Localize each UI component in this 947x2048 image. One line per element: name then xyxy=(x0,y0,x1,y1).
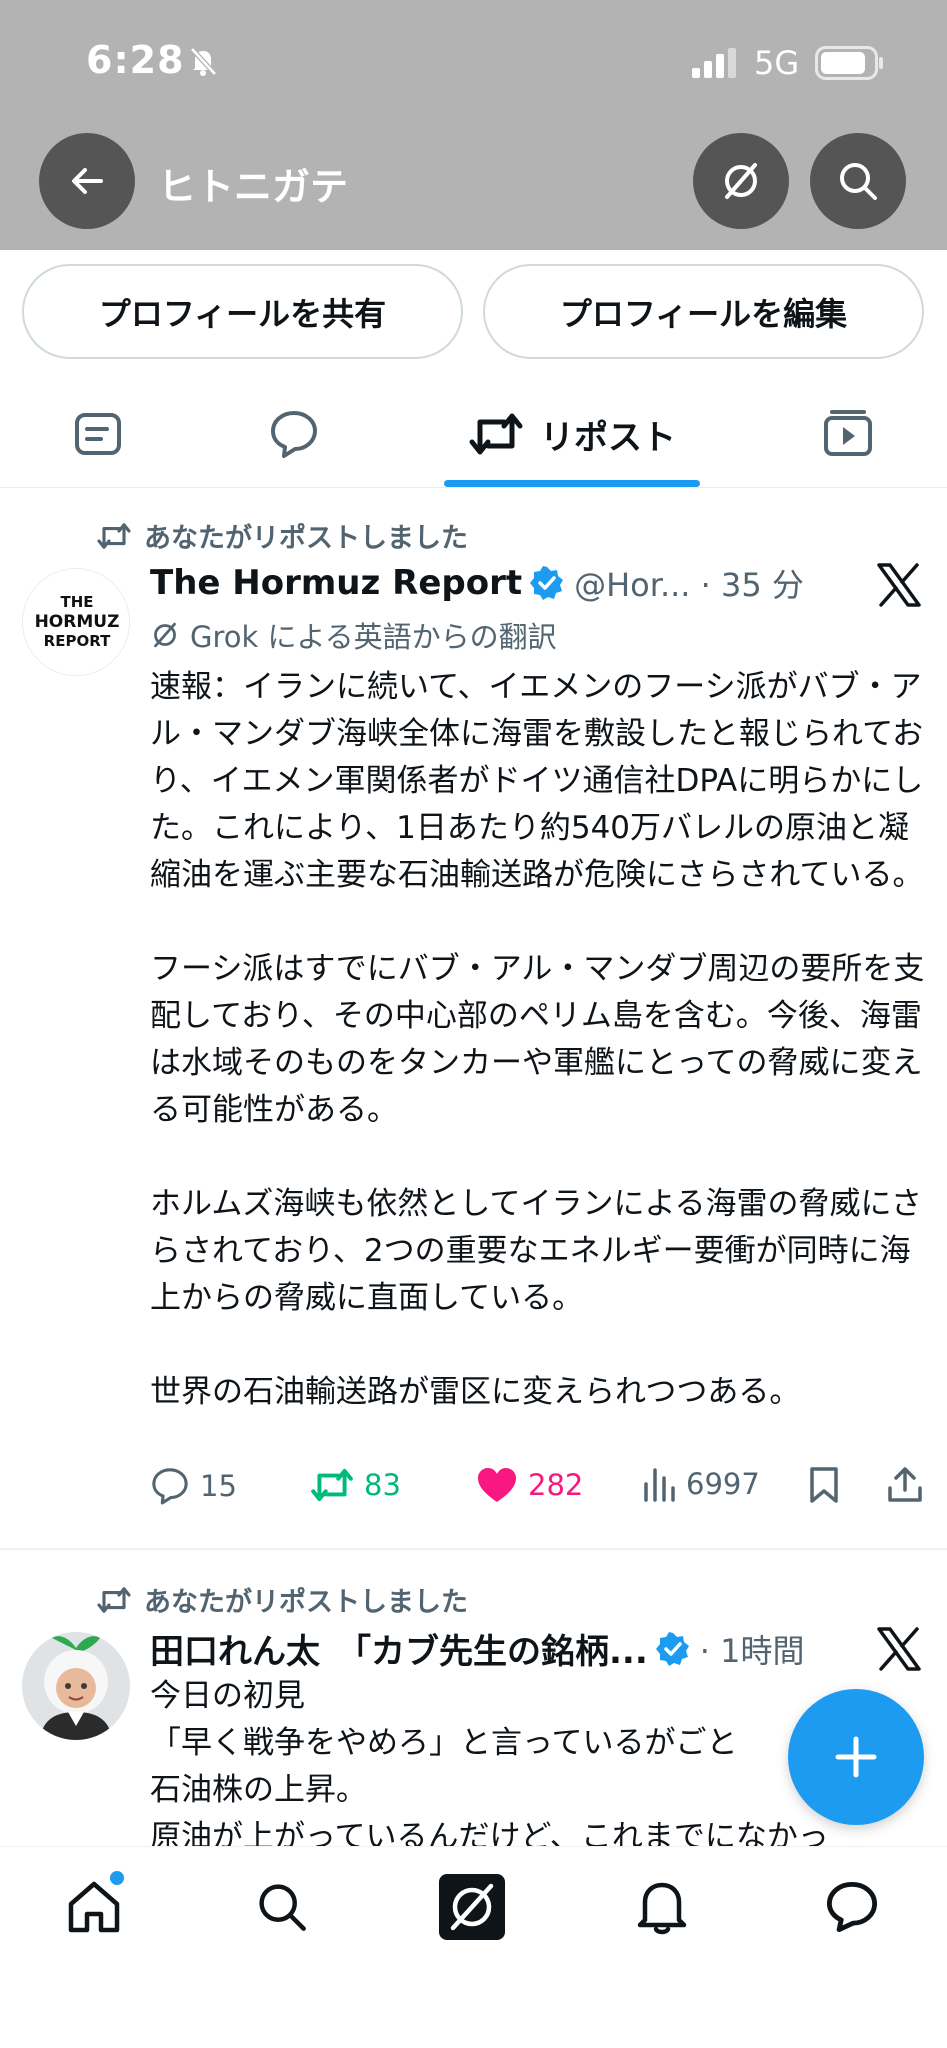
repost-indicator: あなたがリポストしました xyxy=(96,1580,468,1619)
mute-bell-icon xyxy=(190,47,217,76)
profile-name-title: ヒトニガテ xyxy=(158,165,349,209)
tab-media[interactable] xyxy=(800,380,896,488)
handle-and-time: @Hor... · 35 分 xyxy=(574,566,804,604)
like-button[interactable]: 282 xyxy=(476,1466,583,1504)
bell-icon xyxy=(637,1882,687,1935)
messages-icon xyxy=(826,1881,878,1933)
tweet-divider xyxy=(0,1548,947,1550)
grok-icon xyxy=(154,622,176,648)
bottom-navigation xyxy=(0,1846,947,2048)
search-icon xyxy=(840,163,877,200)
back-arrow-icon xyxy=(72,168,103,194)
views-button[interactable]: 6997 xyxy=(642,1466,760,1502)
search-icon xyxy=(259,1884,306,1931)
reply-icon xyxy=(152,1468,188,1505)
tab-reposts-label: リポスト xyxy=(540,417,676,458)
share-profile-button[interactable]: プロフィールを共有 xyxy=(22,264,463,359)
svg-text:REPORT: REPORT xyxy=(44,632,111,650)
share-icon xyxy=(888,1467,922,1502)
repost-indicator-label: あなたがリポストしました xyxy=(144,523,468,554)
avatar[interactable] xyxy=(22,1632,130,1740)
bookmark-icon xyxy=(810,1467,838,1503)
network-type: 5G xyxy=(754,44,800,82)
nav-grok[interactable] xyxy=(432,1867,512,1947)
tweet-header: The Hormuz Report @Hor... · 35 分 xyxy=(150,560,804,606)
svg-text:HORMUZ: HORMUZ xyxy=(35,612,120,632)
compose-button[interactable] xyxy=(788,1689,924,1825)
reply-button[interactable]: 15 xyxy=(150,1466,237,1506)
repost-small-icon xyxy=(97,1586,131,1613)
heart-icon xyxy=(478,1468,516,1502)
verified-icon xyxy=(655,1631,689,1666)
home-icon xyxy=(68,1881,120,1933)
tweet-text: 速報：イランに続いて、イエメンのフーシ派がバブ・アル・マンダブ海峡全体に海雷を敷… xyxy=(150,669,925,1410)
top-bar: 6:28 5G ヒトニガテ xyxy=(0,0,947,250)
repost-icon xyxy=(311,1468,353,1502)
repost-button[interactable]: 83 xyxy=(310,1466,401,1504)
tweet-header: 田口れん太 「カブ先生の銘柄... · 1時間 xyxy=(150,1624,804,1673)
edit-profile-button[interactable]: プロフィールを編集 xyxy=(483,264,924,359)
posts-tab-icon xyxy=(75,413,121,455)
nav-search[interactable] xyxy=(242,1867,322,1947)
repost-small-icon xyxy=(97,522,131,549)
hormuz-report-logo: THE HORMUZ REPORT xyxy=(23,569,129,675)
translation-note[interactable]: Grok による英語からの翻訳 xyxy=(150,614,557,656)
tab-replies[interactable] xyxy=(246,380,342,488)
nav-messages[interactable] xyxy=(812,1867,892,1947)
handle-and-time: · 1時間 xyxy=(699,1631,805,1670)
display-name[interactable]: 田口れん太 「カブ先生の銘柄... xyxy=(150,1624,648,1673)
media-tab-icon xyxy=(824,410,872,456)
plus-icon xyxy=(835,1736,877,1778)
back-button[interactable] xyxy=(39,133,135,229)
x-logo-icon[interactable] xyxy=(876,1626,922,1672)
user-avatar-image xyxy=(22,1632,130,1740)
bookmark-button[interactable] xyxy=(808,1466,850,1504)
x-logo-icon[interactable] xyxy=(876,562,922,608)
grok-button[interactable] xyxy=(693,133,789,229)
battery-icon xyxy=(815,46,883,80)
repost-indicator-label: あなたがリポストしました xyxy=(144,1587,468,1618)
replies-tab-icon xyxy=(271,411,317,458)
repost-indicator: あなたがリポストしました xyxy=(96,516,468,555)
profile-tabs: リポスト xyxy=(0,380,947,488)
tab-reposts[interactable]: リポスト xyxy=(444,380,700,488)
repost-icon xyxy=(469,413,523,455)
tweet-actions: 15 83 282 6997 xyxy=(150,1466,930,1526)
views-icon xyxy=(644,1468,675,1502)
verified-icon xyxy=(530,566,564,600)
avatar[interactable]: THE HORMUZ REPORT xyxy=(22,568,130,676)
svg-text:THE: THE xyxy=(60,593,93,611)
search-button[interactable] xyxy=(810,133,906,229)
active-tab-indicator xyxy=(444,480,700,487)
grok-icon xyxy=(439,1874,505,1940)
status-time: 6:28 xyxy=(86,38,185,82)
nav-notifications[interactable] xyxy=(622,1867,702,1947)
signal-icon xyxy=(692,48,736,78)
display-name[interactable]: The Hormuz Report xyxy=(150,563,522,603)
repost-count: 83 xyxy=(364,1468,401,1502)
like-count: 282 xyxy=(528,1468,584,1502)
notification-dot xyxy=(110,1871,124,1885)
grok-icon xyxy=(725,163,757,199)
translation-note-label: Grok による英語からの翻訳 xyxy=(190,620,557,654)
share-button[interactable] xyxy=(886,1466,934,1504)
reply-count: 15 xyxy=(200,1469,237,1503)
tab-posts[interactable] xyxy=(50,380,146,488)
views-count: 6997 xyxy=(686,1467,760,1501)
